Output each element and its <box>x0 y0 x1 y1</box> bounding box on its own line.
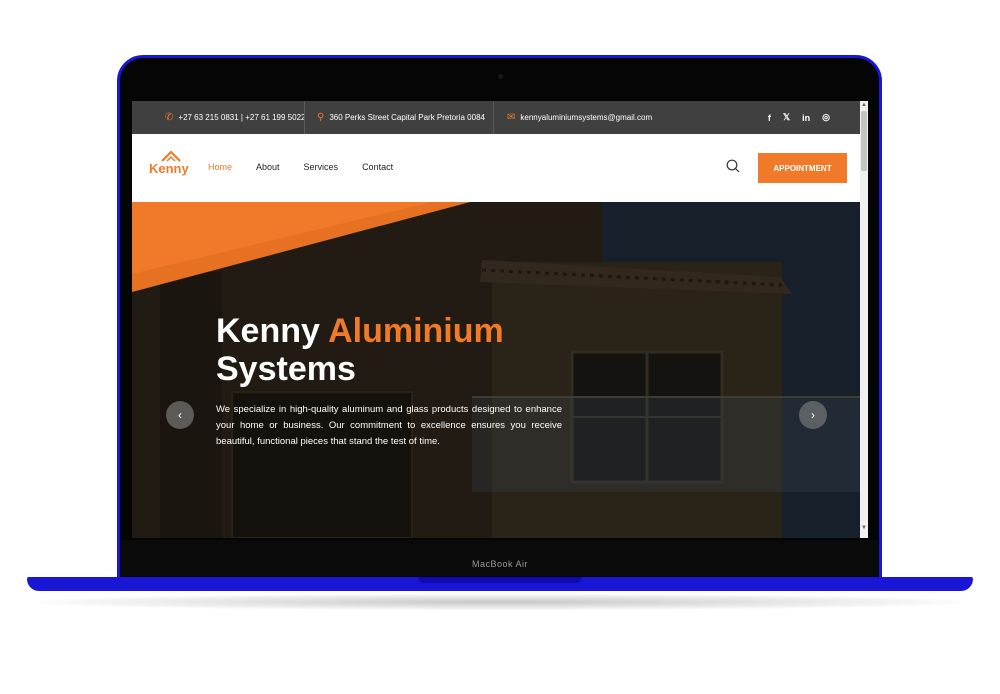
logo[interactable]: Kenny <box>149 150 193 184</box>
page-scrollbar[interactable]: ▲ ▼ <box>860 101 868 538</box>
linkedin-icon[interactable]: in <box>802 113 810 123</box>
laptop-hinge-notch <box>418 577 582 583</box>
divider <box>304 101 305 134</box>
main-navbar: Kenny Home About Services Contact APPOIN… <box>132 134 860 202</box>
hero-title-part1: Kenny <box>216 312 329 350</box>
mail-icon: ✉ <box>507 112 516 123</box>
webcam <box>498 74 503 79</box>
instagram-icon[interactable]: ◎ <box>822 112 830 123</box>
device-model-label: MacBook Air <box>471 559 529 569</box>
social-links: f 𝕏 in ◎ <box>768 101 830 134</box>
browser-screen: ✆ +27 63 215 0831 | +27 61 199 5022 ⚲ 36… <box>132 101 868 538</box>
screen-bottom-bezel <box>120 540 879 576</box>
slider-prev-button[interactable]: ‹ <box>166 401 194 429</box>
email-info[interactable]: ✉ kennyaluminiumsystems@gmail.com <box>507 101 652 134</box>
email-text: kennyaluminiumsystems@gmail.com <box>520 113 653 122</box>
address-text: 360 Perks Street Capital Park Pretoria 0… <box>329 113 485 122</box>
slider-next-button[interactable]: › <box>799 401 827 429</box>
hero-title: Kenny Aluminium Systems <box>216 312 504 388</box>
nav-home[interactable]: Home <box>208 162 232 172</box>
hero-slider: Kenny Aluminium Systems We specialize in… <box>132 202 860 538</box>
chevron-right-icon: › <box>811 408 815 422</box>
address-info[interactable]: ⚲ 360 Perks Street Capital Park Pretoria… <box>317 101 485 134</box>
logo-text: Kenny <box>149 161 189 176</box>
scrollbar-thumb[interactable] <box>861 111 867 171</box>
nav-about[interactable]: About <box>256 162 280 172</box>
nav-contact[interactable]: Contact <box>362 162 393 172</box>
phone-icon: ✆ <box>165 112 174 123</box>
top-info-bar: ✆ +27 63 215 0831 | +27 61 199 5022 ⚲ 36… <box>132 101 860 134</box>
laptop-shadow <box>40 594 960 610</box>
laptop-mockup: ✆ +27 63 215 0831 | +27 61 199 5022 ⚲ 36… <box>0 0 1000 694</box>
twitter-icon[interactable]: 𝕏 <box>783 112 790 123</box>
nav-services[interactable]: Services <box>304 162 339 172</box>
scroll-up-arrow-icon[interactable]: ▲ <box>860 101 868 109</box>
phone-text: +27 63 215 0831 | +27 61 199 5022 <box>178 113 306 122</box>
hero-title-part2: Systems <box>216 350 356 388</box>
appointment-button[interactable]: APPOINTMENT <box>758 153 847 183</box>
chevron-left-icon: ‹ <box>178 408 182 422</box>
hero-title-accent: Aluminium <box>328 312 504 350</box>
divider <box>493 101 494 134</box>
location-pin-icon: ⚲ <box>317 112 325 123</box>
nav-links: Home About Services Contact <box>208 134 393 200</box>
search-icon[interactable] <box>726 159 740 173</box>
facebook-icon[interactable]: f <box>768 113 771 123</box>
hero-description: We specialize in high-quality aluminum a… <box>216 404 562 447</box>
phone-info[interactable]: ✆ +27 63 215 0831 | +27 61 199 5022 <box>165 101 305 134</box>
scroll-down-arrow-icon[interactable]: ▼ <box>860 524 868 532</box>
